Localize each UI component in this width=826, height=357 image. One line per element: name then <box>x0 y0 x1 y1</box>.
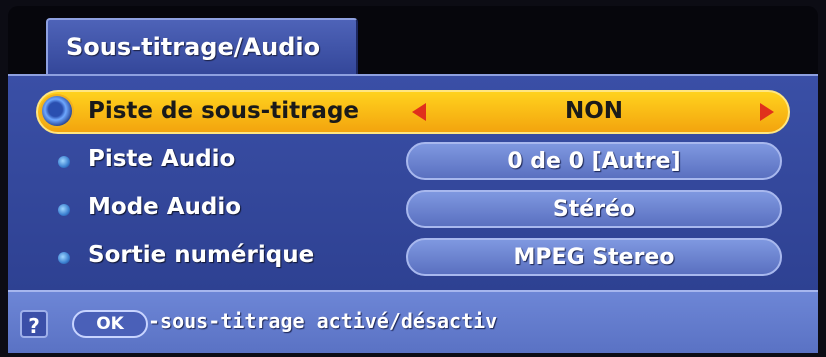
menu-label: Piste de sous-titrage <box>88 98 360 124</box>
footer-bar: ? OK -sous-titrage activé/désactiv <box>8 290 818 353</box>
menu-value: MPEG Stereo <box>406 238 782 276</box>
tab-sous-titrage-audio[interactable]: Sous-titrage/Audio <box>46 18 358 74</box>
footer-hint: -sous-titrage activé/désactiv <box>148 309 498 333</box>
menu-value: NON <box>564 98 624 124</box>
ok-button[interactable]: OK <box>72 310 148 338</box>
bullet-icon <box>58 156 70 168</box>
menu-value: 0 de 0 [Autre] <box>406 142 782 180</box>
bullet-icon <box>42 96 72 126</box>
bullet-icon <box>58 204 70 216</box>
menu-label: Sortie numérique <box>88 242 315 268</box>
menu-row-audio-track[interactable]: Piste Audio 0 de 0 [Autre] <box>8 138 818 184</box>
menu-label: Mode Audio <box>88 194 242 220</box>
help-icon[interactable]: ? <box>20 310 48 338</box>
menu-row-audio-mode[interactable]: Mode Audio Stéréo <box>8 186 818 232</box>
menu-row-digital-output[interactable]: Sortie numérique MPEG Stereo <box>8 234 818 280</box>
menu-label: Piste Audio <box>88 146 236 172</box>
bullet-icon <box>58 252 70 264</box>
settings-panel: Piste de sous-titrage NON Piste Audio 0 … <box>8 74 818 291</box>
menu-value: Stéréo <box>406 190 782 228</box>
menu-row-subtitle-track[interactable]: Piste de sous-titrage NON <box>8 90 818 136</box>
arrow-right-icon[interactable] <box>760 103 774 121</box>
tab-title: Sous-titrage/Audio <box>66 33 321 61</box>
